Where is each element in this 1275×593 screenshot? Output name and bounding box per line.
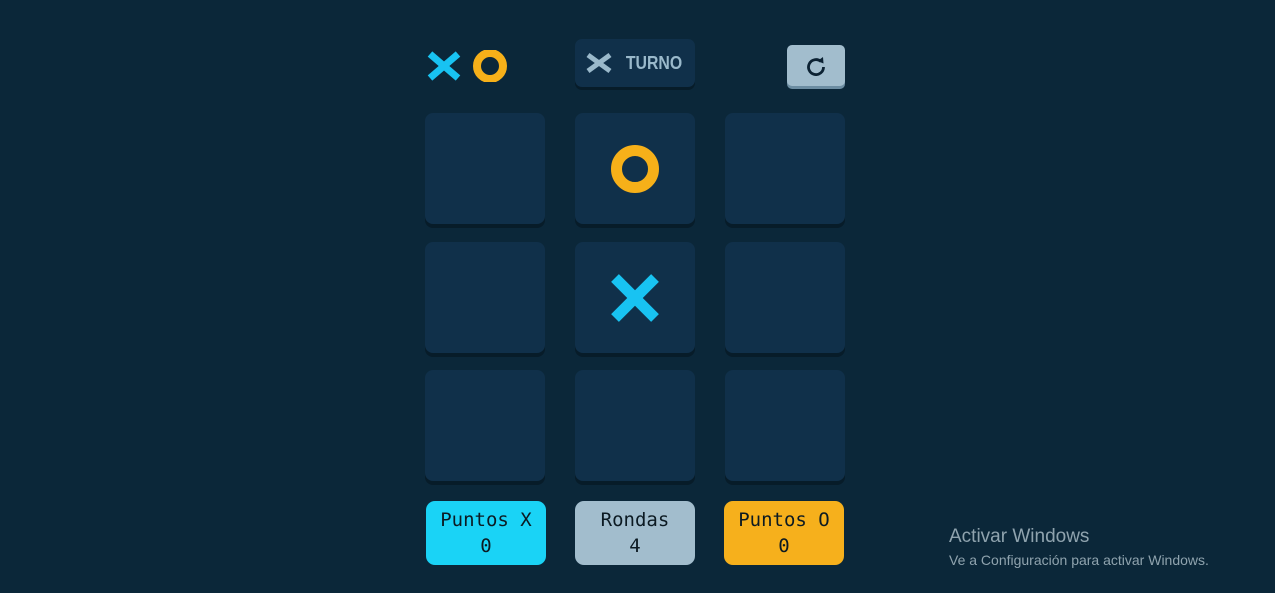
score-rounds: Rondas 4 bbox=[575, 501, 695, 565]
score-x: Puntos X 0 bbox=[426, 501, 546, 565]
x-turn-icon bbox=[586, 52, 611, 74]
board-cell-5[interactable] bbox=[575, 242, 695, 353]
top-bar: TURNO bbox=[425, 38, 845, 90]
game-container: TURNO Puntos X 0 Rondas 4 Puntos O 0 bbox=[425, 38, 845, 565]
watermark-title: Activar Windows bbox=[949, 526, 1090, 547]
o-mark-icon bbox=[473, 49, 507, 83]
o-mark-icon bbox=[611, 144, 659, 193]
board-cell-1[interactable] bbox=[425, 113, 545, 224]
score-o-value: 0 bbox=[778, 535, 790, 557]
turn-indicator: TURNO bbox=[575, 39, 695, 87]
watermark-subtitle: Ve a Configuración para activar Windows. bbox=[949, 552, 1209, 568]
x-mark-icon bbox=[611, 273, 659, 322]
board-cell-7[interactable] bbox=[425, 370, 545, 481]
board-cell-8[interactable] bbox=[575, 370, 695, 481]
score-x-value: 0 bbox=[480, 535, 492, 557]
board-cell-6[interactable] bbox=[725, 242, 845, 353]
score-o-label: Puntos O bbox=[738, 509, 830, 531]
score-o: Puntos O 0 bbox=[724, 501, 844, 565]
rounds-value: 4 bbox=[629, 535, 641, 557]
turn-label: TURNO bbox=[625, 52, 682, 73]
score-x-label: Puntos X bbox=[440, 509, 532, 531]
windows-activation-watermark: Activar Windows Ve a Configuración para … bbox=[949, 525, 1209, 571]
board-cell-9[interactable] bbox=[725, 370, 845, 481]
restart-button[interactable] bbox=[787, 45, 845, 86]
rounds-label: Rondas bbox=[600, 509, 670, 531]
game-logo bbox=[425, 49, 515, 83]
x-mark-icon bbox=[427, 51, 461, 81]
board-cell-4[interactable] bbox=[425, 242, 545, 353]
board-cell-2[interactable] bbox=[575, 113, 695, 224]
board-cell-3[interactable] bbox=[725, 113, 845, 224]
restart-icon bbox=[807, 56, 825, 76]
